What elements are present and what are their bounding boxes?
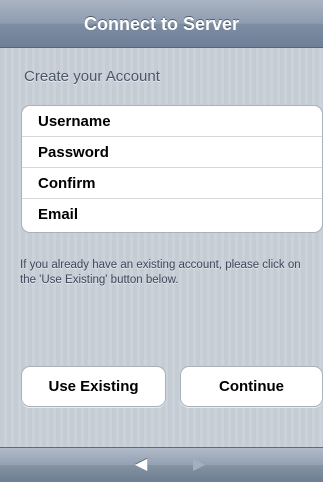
footnote-text: If you already have an existing account,…	[20, 259, 301, 286]
bottom-toolbar: ◀ ▶	[0, 447, 323, 482]
password-field[interactable]: Password	[22, 137, 322, 168]
section-header: Create your Account	[24, 68, 160, 85]
back-arrow-icon[interactable]: ◀	[135, 456, 147, 474]
confirm-password-field[interactable]: Confirm	[22, 168, 322, 199]
use-existing-button[interactable]: Use Existing	[21, 366, 166, 407]
continue-button[interactable]: Continue	[180, 366, 323, 407]
username-field[interactable]: Username	[22, 106, 322, 137]
navigation-bar: Connect to Server	[0, 0, 323, 48]
page-title: Connect to Server	[83, 14, 240, 34]
forward-arrow-icon[interactable]: ▶	[193, 456, 205, 474]
email-field[interactable]: Email	[22, 199, 322, 230]
app-screen: Connect to Server Create your Account Us…	[0, 0, 323, 482]
account-form-group: Username Password Confirm Email	[21, 105, 323, 233]
